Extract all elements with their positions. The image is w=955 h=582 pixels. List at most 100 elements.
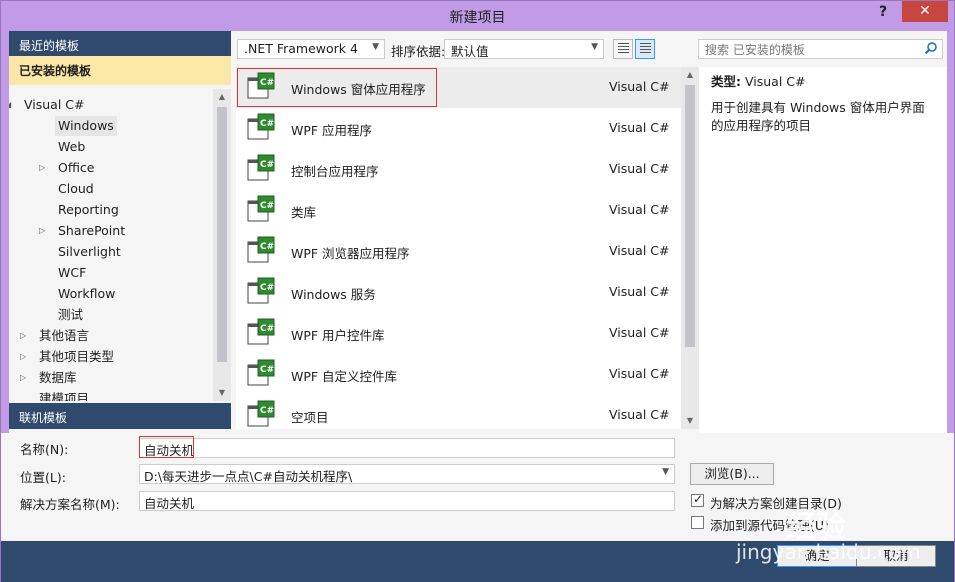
svg-text:C#: C# bbox=[260, 324, 274, 334]
name-input[interactable]: 自动关机 bbox=[139, 438, 675, 458]
csharp-project-icon: C# bbox=[247, 154, 275, 181]
tree-item[interactable]: Workflow bbox=[55, 284, 118, 304]
tree-item[interactable]: Visual C# bbox=[21, 95, 88, 115]
tree-item[interactable]: Web bbox=[55, 137, 88, 157]
tree-expander-icon[interactable]: ▷ bbox=[20, 347, 26, 367]
close-button[interactable]: ✕ bbox=[902, 1, 948, 22]
template-language: Visual C# bbox=[609, 366, 670, 381]
template-name: WPF 自定义控件库 bbox=[291, 369, 398, 384]
location-input[interactable]: D:\每天进步一点点\C#自动关机程序\ ▼ bbox=[139, 464, 675, 484]
template-list-scrollbar[interactable]: ▲ ▼ bbox=[681, 67, 699, 429]
template-item[interactable]: C# 空项目 Visual C# bbox=[236, 395, 682, 429]
create-directory-checkbox[interactable] bbox=[691, 492, 704, 507]
csharp-project-icon: C# bbox=[247, 400, 275, 427]
title-bar: 新建项目 ? ✕ bbox=[1, 1, 954, 31]
svg-text:C#: C# bbox=[260, 283, 274, 293]
template-name: 控制台应用程序 bbox=[291, 164, 379, 179]
template-list: C# Windows 窗体应用程序 Visual C# C# WPF 应用程序 Visua… bbox=[236, 67, 684, 429]
tree-expander-icon[interactable]: ◢ bbox=[9, 95, 11, 115]
sort-value: 默认值 bbox=[451, 44, 489, 59]
source-control-label[interactable]: 添加到源代码管理(U) bbox=[710, 515, 829, 534]
list-view-icon bbox=[640, 43, 651, 55]
installed-templates-header[interactable]: 已安装的模板 bbox=[9, 56, 231, 85]
solution-name-label: 解决方案名称(M): bbox=[20, 497, 120, 512]
tree-item[interactable]: WCF bbox=[55, 263, 89, 283]
scroll-down-icon[interactable]: ▼ bbox=[681, 413, 699, 429]
name-highlight-box bbox=[139, 436, 194, 458]
csharp-project-icon: C# bbox=[247, 113, 275, 140]
tree-item[interactable]: Office bbox=[55, 158, 98, 178]
tree-item[interactable]: 数据库 bbox=[36, 368, 80, 388]
scroll-up-icon[interactable]: ▲ bbox=[213, 89, 231, 105]
framework-select[interactable]: .NET Framework 4 ▼ bbox=[237, 39, 385, 59]
scroll-thumb[interactable] bbox=[217, 107, 227, 362]
template-item[interactable]: C# WPF 应用程序 Visual C# bbox=[236, 108, 682, 149]
tree-item[interactable]: 建模项目 bbox=[36, 389, 92, 401]
tree-item[interactable]: Reporting bbox=[55, 200, 122, 220]
sort-select[interactable]: 默认值 ▼ bbox=[444, 39, 604, 59]
template-language: Visual C# bbox=[609, 202, 670, 217]
csharp-project-icon: C# bbox=[247, 359, 275, 386]
small-icons-view-button[interactable] bbox=[613, 39, 633, 59]
dialog-button-bar: 确定 取消 bbox=[1, 541, 954, 582]
template-language: Visual C# bbox=[609, 161, 670, 176]
browse-button[interactable]: 浏览(B)... bbox=[690, 463, 774, 485]
csharp-project-icon: C# bbox=[247, 195, 275, 222]
dialog-body: 最近的模板 已安装的模板 ◢Visual C#WindowsWeb▷Office… bbox=[9, 31, 947, 433]
scroll-down-icon[interactable]: ▼ bbox=[213, 385, 231, 401]
tree-item[interactable]: 其他语言 bbox=[36, 326, 92, 346]
recent-templates-header[interactable]: 最近的模板 bbox=[9, 31, 231, 56]
tree-expander-icon[interactable]: ▷ bbox=[20, 326, 26, 346]
tree-expander-icon[interactable]: ▷ bbox=[20, 368, 26, 388]
dialog-title: 新建项目 bbox=[449, 10, 506, 26]
scroll-thumb[interactable] bbox=[685, 85, 695, 347]
framework-value: .NET Framework 4 bbox=[244, 41, 358, 56]
source-control-checkbox[interactable] bbox=[691, 516, 704, 529]
template-language: Visual C# bbox=[609, 284, 670, 299]
template-item[interactable]: C# WPF 用户控件库 Visual C# bbox=[236, 313, 682, 354]
svg-text:C#: C# bbox=[260, 242, 274, 252]
create-directory-label[interactable]: 为解决方案创建目录(D) bbox=[710, 493, 842, 512]
location-label: 位置(L): bbox=[20, 470, 66, 485]
csharp-project-icon: C# bbox=[247, 277, 275, 304]
tree-item[interactable]: Cloud bbox=[55, 179, 97, 199]
csharp-project-icon: C# bbox=[247, 236, 275, 263]
tree-expander-icon[interactable]: ▷ bbox=[39, 221, 45, 241]
chevron-down-icon: ▼ bbox=[591, 42, 598, 52]
template-name: 类库 bbox=[291, 205, 317, 220]
template-item[interactable]: C# Windows 服务 Visual C# bbox=[236, 272, 682, 313]
name-label: 名称(N): bbox=[20, 442, 69, 457]
scroll-up-icon[interactable]: ▲ bbox=[681, 67, 699, 83]
template-details: 类型: Visual C# 用于创建具有 Windows 窗体用户界面的应用程序… bbox=[699, 67, 947, 433]
template-item[interactable]: C# WPF 自定义控件库 Visual C# bbox=[236, 354, 682, 395]
project-form: 名称(N): 自动关机 位置(L): D:\每天进步一点点\C#自动关机程序\ … bbox=[1, 433, 954, 541]
template-item[interactable]: C# 控制台应用程序 Visual C# bbox=[236, 149, 682, 190]
tree-expander-icon[interactable]: ▷ bbox=[39, 158, 45, 178]
category-scrollbar[interactable]: ▲ ▼ bbox=[213, 89, 231, 401]
template-type: 类型: Visual C# bbox=[711, 74, 806, 89]
new-project-dialog: 新建项目 ? ✕ 最近的模板 已安装的模板 ◢Visual C#WindowsW… bbox=[0, 0, 955, 582]
cancel-button[interactable]: 取消 bbox=[856, 545, 936, 567]
svg-text:C#: C# bbox=[260, 119, 274, 129]
tree-item[interactable]: Windows bbox=[55, 116, 117, 136]
template-item[interactable]: C# WPF 浏览器应用程序 Visual C# bbox=[236, 231, 682, 272]
tree-item[interactable]: 其他项目类型 bbox=[36, 347, 117, 367]
tree-item[interactable]: 测试 bbox=[55, 305, 86, 325]
ok-button[interactable]: 确定 bbox=[777, 545, 857, 567]
selection-highlight-box bbox=[237, 68, 437, 107]
search-icon[interactable] bbox=[924, 41, 938, 55]
template-language: Visual C# bbox=[609, 243, 670, 258]
tree-item[interactable]: Silverlight bbox=[55, 242, 124, 262]
chevron-down-icon: ▼ bbox=[372, 42, 379, 52]
template-categories-panel: 最近的模板 已安装的模板 ◢ Visual C#WindowsWeb ▷ Office… bbox=[9, 31, 231, 433]
solution-name-input[interactable]: 自动关机 bbox=[139, 491, 675, 511]
online-templates-header[interactable]: 联机模板 bbox=[9, 403, 231, 429]
list-view-button[interactable] bbox=[635, 39, 655, 59]
svg-text:C#: C# bbox=[260, 201, 274, 211]
help-button[interactable]: ? bbox=[870, 4, 896, 24]
csharp-project-icon: C# bbox=[247, 318, 275, 345]
template-item[interactable]: C# 类库 Visual C# bbox=[236, 190, 682, 231]
tree-item[interactable]: SharePoint bbox=[55, 221, 128, 241]
template-search-input[interactable]: 搜索 已安装的模板 bbox=[698, 39, 943, 59]
template-item[interactable]: C# Windows 窗体应用程序 Visual C# bbox=[236, 67, 682, 108]
